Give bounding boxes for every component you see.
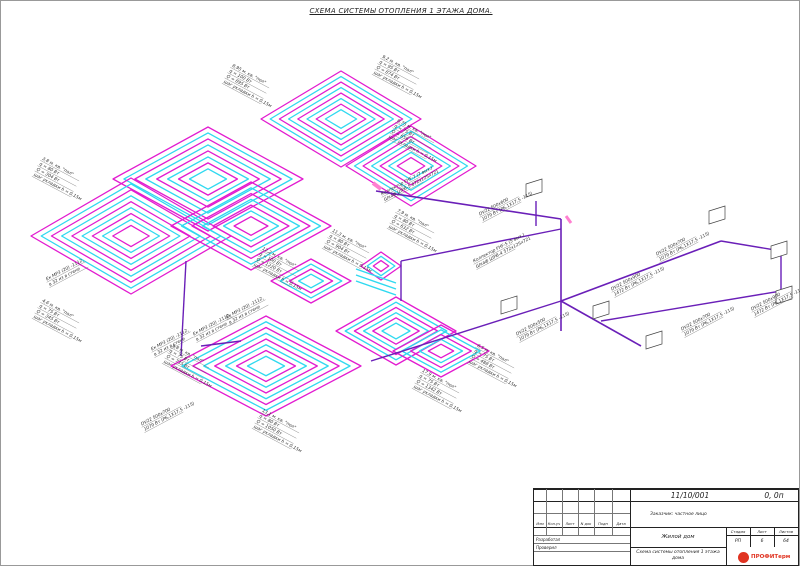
stage-value: РП bbox=[734, 538, 742, 544]
label-radiator-5: DV22 500х7001079 Вт (Р6,1Х17,5 -115) bbox=[655, 231, 711, 263]
loop-j bbox=[360, 251, 402, 281]
label-radiator-1: DV22 500х6001079 Вт (Р6,1Х17,5 -115) bbox=[478, 191, 534, 223]
loop-ring bbox=[188, 168, 228, 190]
title-block: 11/10/001 0, 0п Заказчик: частное лицо И… bbox=[533, 488, 799, 566]
heating-scheme: 8,95 м. кв. "пол"q = 100 ВтQ = 895 Втшаг… bbox=[30, 54, 800, 455]
radiator-icon-2 bbox=[708, 205, 726, 225]
label-loop-l: 7,9 м. кв. "пол"q = 80 ВтQ = 632 Втшаг у… bbox=[386, 208, 438, 255]
loop-ring bbox=[344, 301, 448, 361]
col-izm: Изм bbox=[536, 522, 544, 526]
drawing-name: Схема системы отопления 1 этажа дома bbox=[636, 550, 720, 561]
loop-ring bbox=[112, 126, 304, 232]
label-radiator-7: DV22 500х7001079 Вт (Р6,1Х17,5 -115) bbox=[140, 401, 196, 433]
label-loop-a: 8,95 м. кв. "пол"q = 100 ВтQ = 895 Втшаг… bbox=[221, 63, 273, 110]
loop-ring bbox=[246, 355, 286, 377]
label-pipe-1: Ек МР3 (20) -1112,в 32 из в стене bbox=[45, 257, 89, 288]
developed-label: Разработал bbox=[536, 536, 561, 542]
sheets-header: Листов bbox=[778, 528, 794, 534]
col-kol: Кол.уч bbox=[547, 522, 561, 526]
loop-ring bbox=[91, 212, 171, 260]
sheet-code: 0, 0п bbox=[764, 490, 784, 500]
checked-label: Проверил bbox=[536, 544, 557, 550]
label-loop-f: 13,1 м. кв. "пол"q = 80 ВтQ = 1050 Втшаг… bbox=[251, 408, 303, 455]
drawing-sheet: СХЕМА СИСТЕМЫ ОТОПЛЕНИЯ 1 ЭТАЖА ДОМА. 8,… bbox=[0, 0, 800, 566]
manifold-1 bbox=[564, 215, 573, 224]
object-name: Жилой дом bbox=[661, 534, 695, 540]
loop-ring bbox=[297, 273, 325, 289]
label-loop-d: 3,8 м. кв. "пол"q = 80 ВтQ = 304 Втшаг у… bbox=[31, 156, 83, 203]
radiator-icon-4 bbox=[592, 300, 610, 320]
sheet-header: Лист bbox=[757, 528, 767, 534]
loop-ring bbox=[427, 343, 455, 359]
col-podp: Подп bbox=[598, 522, 608, 526]
loop-ring bbox=[381, 322, 411, 340]
logo-mark-icon bbox=[738, 551, 749, 563]
radiator-icon-3 bbox=[770, 240, 788, 260]
loop-ring bbox=[401, 329, 481, 373]
cyan-run-1 bbox=[355, 268, 397, 284]
col-list: Лист bbox=[565, 522, 575, 526]
customer: Заказчик: частное лицо bbox=[650, 511, 707, 517]
label-pipe-4: Ек МР3 (20) -1112,в 32 из в стене bbox=[225, 295, 269, 326]
label-loop-j: 11,3 м. кв. "пол"q = 80 ВтQ = 904 Втшаг … bbox=[321, 228, 373, 275]
label-loop-e: 4,6 м. кв. "пол"q = 75 ВтQ = 345 Втшаг у… bbox=[31, 298, 83, 345]
radiator-icon-5 bbox=[645, 330, 663, 350]
loop-ring bbox=[372, 259, 390, 273]
sheet-value: 6 bbox=[760, 538, 764, 544]
label-radiator-4: DV22 500х9001472 Вт (Р6,1Х17,5 -115) bbox=[750, 286, 800, 318]
loop-ring bbox=[324, 108, 358, 130]
cyan-run-3 bbox=[355, 280, 397, 296]
loop-ring bbox=[287, 86, 395, 152]
label-loop-b: 9,2 м. кв. "пол"q = 95 ВтQ = 874 Втшаг у… bbox=[371, 54, 423, 101]
loop-ring bbox=[233, 216, 269, 236]
col-data: Дата bbox=[616, 522, 626, 526]
label-loop-k: 6,5 м. кв. "пол"q = 75 ВтQ = 488 Втшаг у… bbox=[466, 343, 518, 390]
stage-header: Стадия bbox=[730, 528, 746, 534]
col-ndoc: N док bbox=[580, 522, 592, 526]
trunk-3 bbox=[560, 240, 722, 302]
company-name: ПРОФИТерм bbox=[751, 554, 791, 560]
label-radiator-6: DV22 500х5001079 Вт (Р6,1Х17,5 -115) bbox=[515, 311, 571, 343]
loop-ring bbox=[112, 224, 150, 248]
loop-a bbox=[112, 126, 304, 232]
radiator-icon-7 bbox=[500, 295, 518, 315]
label-loop-h: 17,9 м. кв. "пол"q = 75 ВтQ = 1342 Втшаг… bbox=[411, 368, 463, 415]
drawing-code: 11/10/001 bbox=[670, 490, 710, 500]
callout-text: 1472 Вт (Р6,1Х17,5 -115) bbox=[753, 286, 800, 318]
sheets-value: 64 bbox=[783, 538, 789, 544]
label-manifold-2: Коллектор FHF-5 (5 вых.)Шкаф ШРВ-4 572х1… bbox=[472, 232, 532, 270]
manifold-2 bbox=[371, 181, 383, 191]
company-logo: ПРОФИТерм bbox=[738, 549, 798, 565]
